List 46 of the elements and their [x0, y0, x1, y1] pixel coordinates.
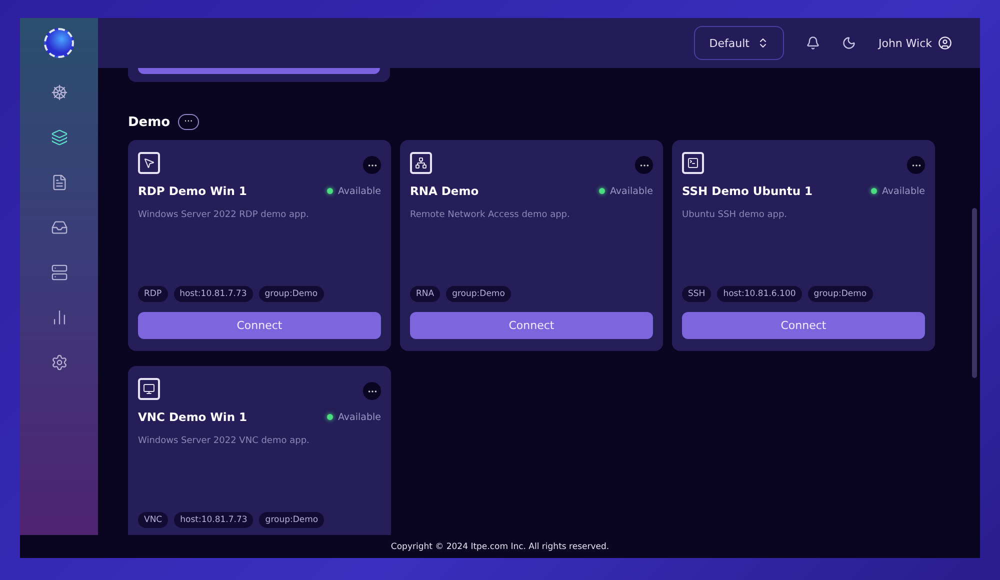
scrollbar[interactable]	[972, 208, 977, 378]
app-title: VNC Demo Win 1	[138, 410, 248, 424]
tag: group:Demo	[258, 286, 324, 302]
connect-button[interactable]: Connect	[138, 312, 381, 339]
app-title: SSH Demo Ubuntu 1	[682, 184, 813, 198]
terminal-icon	[682, 152, 704, 174]
tag: RDP	[138, 286, 168, 302]
logo-icon[interactable]	[44, 28, 74, 58]
connect-button[interactable]: Connect	[682, 312, 925, 339]
moon-icon[interactable]	[842, 36, 856, 50]
status-label: Available	[338, 186, 381, 196]
connect-button[interactable]: Connect	[410, 312, 653, 339]
environment-label: Default	[709, 36, 750, 50]
app-title: RNA Demo	[410, 184, 479, 198]
environment-select[interactable]: Default	[694, 26, 784, 60]
tag: host:10.81.7.73	[174, 286, 253, 302]
tag: host:10.81.6.100	[717, 286, 802, 302]
more-button[interactable]: ···	[178, 114, 199, 130]
more-icon[interactable]	[635, 156, 653, 174]
tag: VNC	[138, 512, 168, 528]
more-icon[interactable]	[907, 156, 925, 174]
user-icon	[938, 36, 952, 50]
tag: RNA	[410, 286, 440, 302]
cursor-icon	[138, 152, 160, 174]
user-menu[interactable]: John Wick	[878, 36, 952, 50]
tag: group:Demo	[446, 286, 511, 302]
app-title: RDP Demo Win 1	[138, 184, 247, 198]
tag: group:Demo	[259, 512, 324, 528]
app-description: Windows Server 2022 VNC demo app.	[138, 436, 310, 446]
more-icon[interactable]	[363, 382, 381, 400]
status-label: Available	[610, 186, 653, 196]
user-name: John Wick	[878, 36, 932, 50]
section-title: Demo	[128, 114, 170, 130]
status-label: Available	[338, 412, 381, 422]
network-icon	[410, 152, 432, 174]
tag: host:10.81.7.73	[174, 512, 254, 528]
tag: group:Demo	[808, 286, 873, 302]
app-description: Remote Network Access demo app.	[410, 210, 571, 220]
app-description: Ubuntu SSH demo app.	[682, 210, 788, 220]
copyright-text: Copyright © 2024 Itpe.com Inc. All rights reserved.	[390, 542, 610, 552]
bell-icon[interactable]	[806, 36, 820, 50]
monitor-icon	[138, 378, 160, 400]
more-icon[interactable]	[363, 156, 381, 174]
tag: SSH	[682, 286, 712, 302]
app-description: Windows Server 2022 RDP demo app.	[138, 210, 310, 220]
status-label: Available	[882, 186, 925, 196]
